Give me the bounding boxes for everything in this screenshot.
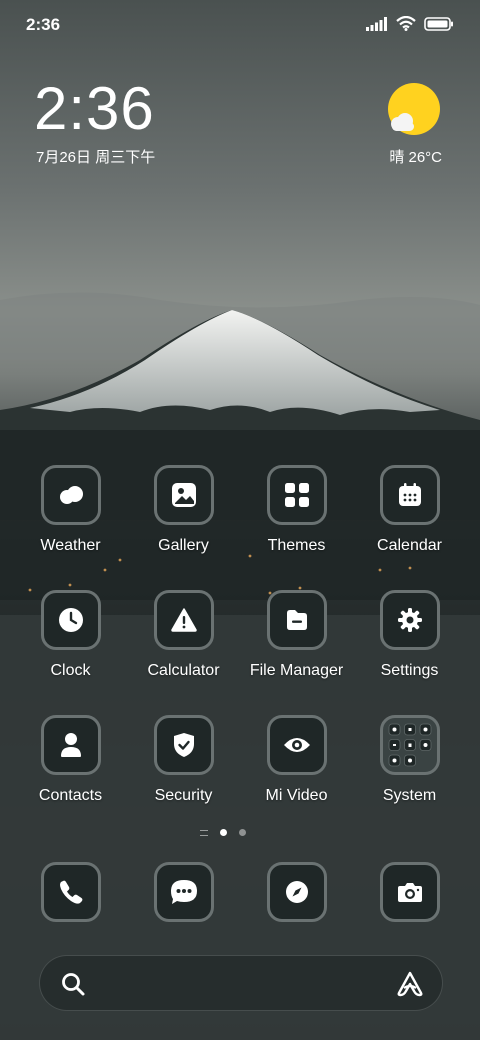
app-label: File Manager — [249, 662, 344, 679]
app-label: Mi Video — [265, 787, 328, 804]
phone-icon[interactable] — [40, 862, 101, 922]
app-label: Calendar — [377, 537, 442, 554]
app-label: Security — [154, 787, 213, 804]
page-dot-current — [220, 829, 227, 836]
app-mi-video[interactable]: Mi Video — [240, 715, 353, 840]
app-security[interactable]: Security — [127, 715, 240, 840]
status-bar: 2:36 — [0, 0, 480, 50]
page-menu-icon — [200, 829, 208, 836]
file-manager-icon[interactable] — [266, 590, 327, 650]
wifi-icon — [396, 15, 416, 36]
app-settings[interactable]: Settings — [353, 590, 466, 715]
themes-icon[interactable] — [266, 465, 327, 525]
settings-icon[interactable] — [379, 590, 440, 650]
calculator-icon[interactable] — [153, 590, 214, 650]
sun-cloud-icon[interactable] — [384, 82, 444, 142]
messages-icon[interactable] — [153, 862, 214, 922]
clock-icon[interactable] — [40, 590, 101, 650]
app-label: Gallery — [158, 537, 209, 554]
contacts-icon[interactable] — [40, 715, 101, 775]
search-icon[interactable] — [60, 971, 86, 1002]
app-label: Contacts — [38, 787, 103, 804]
app-calculator[interactable]: Calculator — [127, 590, 240, 715]
security-icon[interactable] — [153, 715, 214, 775]
dock-messages[interactable] — [127, 862, 240, 932]
dock-phone[interactable] — [14, 862, 127, 932]
assistant-icon[interactable] — [396, 970, 424, 1003]
page-dot — [239, 829, 246, 836]
app-label: Weather — [40, 537, 101, 554]
app-grid: Weather Gallery Themes Calendar Clock Ca… — [14, 465, 466, 840]
app-system-folder[interactable]: System — [353, 715, 466, 840]
app-label: Settings — [380, 662, 439, 679]
signal-icon — [366, 16, 388, 36]
mi-video-icon[interactable] — [266, 715, 327, 775]
app-gallery[interactable]: Gallery — [127, 465, 240, 590]
clock-widget-date: 7月26日 周三下午 — [36, 149, 156, 166]
clock-widget-time[interactable]: 2:36 — [34, 78, 155, 140]
app-contacts[interactable]: Contacts — [14, 715, 127, 840]
dock-camera[interactable] — [353, 862, 466, 932]
dock-browser[interactable] — [240, 862, 353, 932]
gallery-icon[interactable] — [153, 465, 214, 525]
dock — [14, 862, 466, 932]
app-file-manager[interactable]: File Manager — [240, 590, 353, 715]
app-clock[interactable]: Clock — [14, 590, 127, 715]
camera-icon[interactable] — [379, 862, 440, 922]
browser-icon[interactable] — [266, 862, 327, 922]
weather-text: 晴 26°C — [389, 149, 442, 166]
status-time: 2:36 — [26, 15, 61, 34]
battery-icon — [424, 16, 454, 36]
app-label: Clock — [50, 662, 91, 679]
status-icons — [366, 15, 454, 36]
app-calendar[interactable]: Calendar — [353, 465, 466, 590]
page-indicator[interactable] — [200, 829, 246, 836]
search-bar[interactable] — [39, 955, 443, 1011]
app-label: Calculator — [147, 662, 220, 679]
app-weather[interactable]: Weather — [14, 465, 127, 590]
system-folder-icon[interactable] — [379, 715, 440, 775]
app-themes[interactable]: Themes — [240, 465, 353, 590]
app-label: System — [382, 787, 437, 804]
weather-icon[interactable] — [40, 465, 101, 525]
app-label: Themes — [267, 537, 326, 554]
calendar-icon[interactable] — [379, 465, 440, 525]
